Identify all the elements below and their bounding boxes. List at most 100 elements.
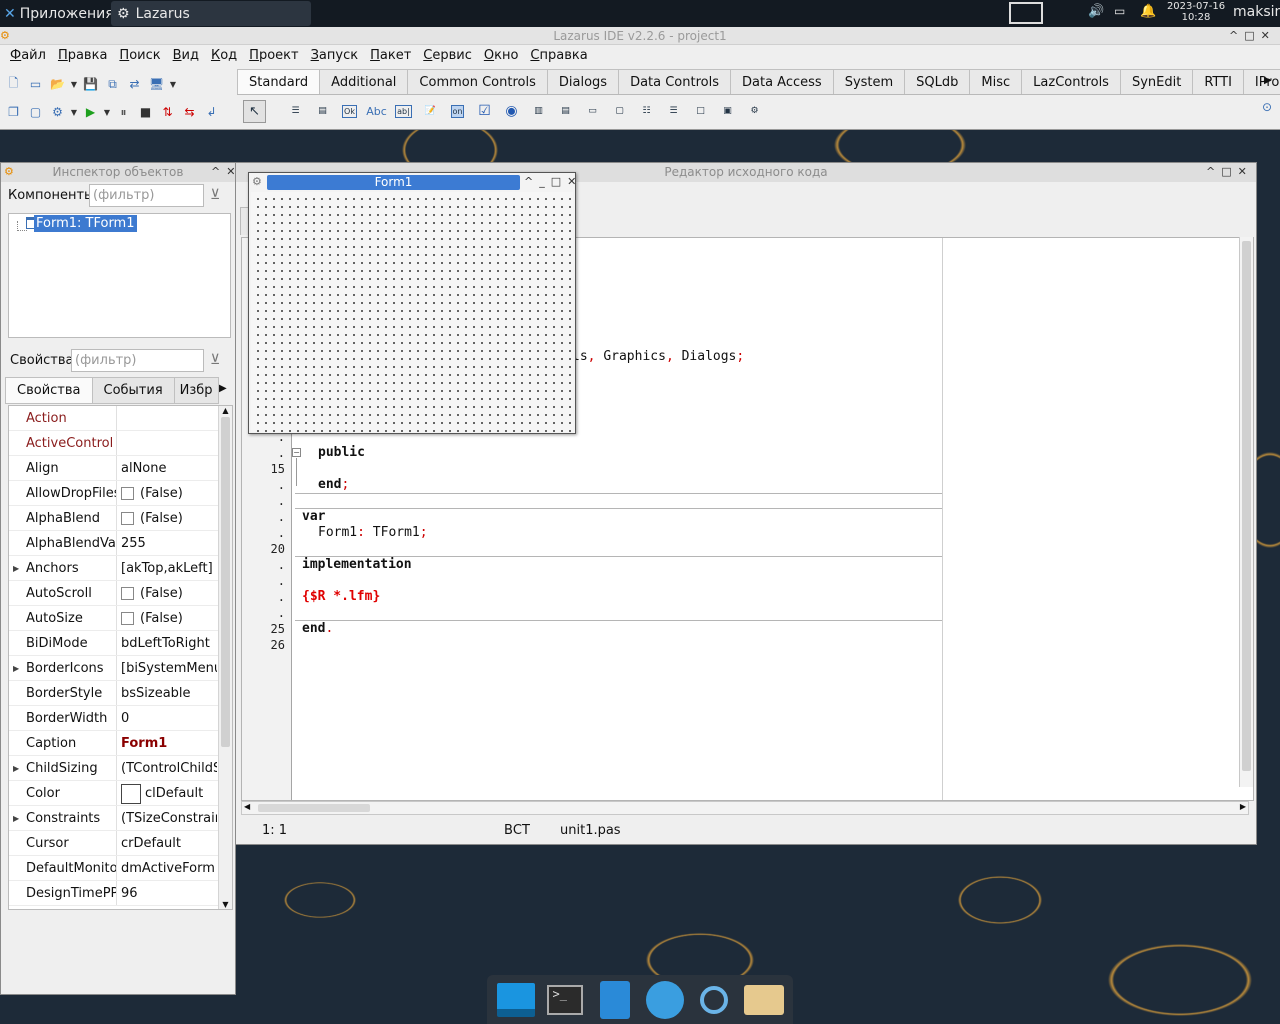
tmemo-icon[interactable]: 📝 bbox=[419, 100, 442, 123]
tactionlist-icon[interactable]: ⚙ bbox=[743, 100, 766, 123]
property-row[interactable]: ▶Constraints(TSizeConstraints bbox=[9, 806, 232, 831]
menu-view[interactable]: Вид bbox=[167, 45, 205, 66]
tab-sqldb[interactable]: SQLdb bbox=[904, 69, 971, 94]
property-row[interactable]: Action bbox=[9, 406, 232, 431]
expand-icon[interactable]: ▶ bbox=[13, 556, 19, 580]
tab-misc[interactable]: Misc bbox=[969, 69, 1023, 94]
fold-icon[interactable]: − bbox=[292, 448, 301, 457]
tab-standard[interactable]: Standard bbox=[237, 69, 321, 94]
property-grid-scrollbar[interactable]: ▲ ▼ bbox=[218, 406, 232, 909]
property-row[interactable]: Align alNone bbox=[9, 456, 232, 481]
editor-vertical-scrollbar[interactable] bbox=[1239, 237, 1253, 787]
tradiobutton-icon[interactable]: ◉ bbox=[500, 100, 523, 123]
tab-common-controls[interactable]: Common Controls bbox=[407, 69, 548, 94]
menu-run[interactable]: Запуск bbox=[305, 45, 365, 66]
close-icon[interactable]: ✕ bbox=[1238, 165, 1247, 178]
property-row[interactable]: DesignTimePPI 96 bbox=[9, 881, 232, 906]
view-form-icon[interactable]: ▢ bbox=[26, 103, 45, 122]
checkbox[interactable] bbox=[121, 612, 134, 625]
expand-icon[interactable]: ▶ bbox=[13, 756, 19, 780]
step-over-icon[interactable]: ⇆ bbox=[180, 103, 199, 122]
build-dropdown-icon[interactable]: ▼ bbox=[70, 103, 78, 122]
property-row[interactable]: BiDiMode bdLeftToRight bbox=[9, 631, 232, 656]
checkbox[interactable] bbox=[121, 487, 134, 500]
components-filter-input[interactable]: (фильтр) bbox=[89, 184, 204, 207]
scroll-thumb[interactable] bbox=[1242, 241, 1251, 771]
menu-project[interactable]: Проект bbox=[243, 45, 304, 66]
tframe-icon[interactable]: ▣ bbox=[716, 100, 739, 123]
minimize-icon[interactable]: ^ bbox=[524, 175, 533, 188]
clock[interactable]: 2023-07-16 10:28 bbox=[1166, 1, 1226, 23]
tab-favorites[interactable]: Избр bbox=[173, 377, 219, 404]
tcombobox-icon[interactable]: ▤ bbox=[554, 100, 577, 123]
tab-data-controls[interactable]: Data Controls bbox=[618, 69, 731, 94]
menu-window[interactable]: Окно bbox=[478, 45, 525, 66]
form1-design-surface[interactable] bbox=[251, 192, 573, 432]
step-out-icon[interactable]: ↲ bbox=[202, 103, 221, 122]
run-dropdown-icon[interactable]: ▼ bbox=[103, 103, 111, 122]
show-desktop-icon[interactable] bbox=[495, 979, 537, 1021]
menu-search[interactable]: Поиск bbox=[113, 45, 166, 66]
view-units-icon[interactable]: ❐ bbox=[4, 103, 23, 122]
terminal-icon[interactable]: >_ bbox=[544, 979, 586, 1021]
tscrollbar-icon[interactable]: ▭ bbox=[581, 100, 604, 123]
scroll-up-icon[interactable]: ▲ bbox=[219, 406, 232, 415]
scroll-thumb[interactable] bbox=[221, 417, 230, 747]
toggle-form-unit-icon[interactable]: ⇄ bbox=[125, 75, 144, 94]
new-unit-icon[interactable]: 🗋 bbox=[4, 75, 23, 94]
property-row[interactable]: AutoSize (False) bbox=[9, 606, 232, 631]
tab-rtti[interactable]: RTTI bbox=[1192, 69, 1244, 94]
menu-code[interactable]: Код bbox=[205, 45, 243, 66]
property-row[interactable]: Caption Form1 bbox=[9, 731, 232, 756]
tab-dialogs[interactable]: Dialogs bbox=[546, 69, 620, 94]
menu-help[interactable]: Справка bbox=[524, 45, 593, 66]
maximize-icon[interactable]: □ bbox=[1221, 165, 1231, 178]
editor-horizontal-scrollbar[interactable]: ◀ ▶ bbox=[241, 801, 1249, 815]
maximize-icon[interactable]: □ bbox=[551, 175, 561, 188]
palette-tabs-scroll-right-icon[interactable]: ▶ bbox=[1264, 75, 1272, 86]
web-browser-icon[interactable] bbox=[644, 979, 686, 1021]
minimize-icon[interactable]: ^ bbox=[1206, 165, 1215, 178]
pause-icon[interactable]: ⏸ bbox=[114, 103, 133, 122]
taskbar-lazarus[interactable]: ⚙ Lazarus bbox=[111, 1, 311, 26]
build-mode-icon[interactable]: ⚙ bbox=[48, 103, 67, 122]
tradiogroup-icon[interactable]: ☷ bbox=[635, 100, 658, 123]
volume-icon[interactable]: 🔊 bbox=[1088, 4, 1106, 22]
menu-tools[interactable]: Сервис bbox=[417, 45, 478, 66]
menu-package[interactable]: Пакет bbox=[364, 45, 417, 66]
tpanel-icon[interactable]: □ bbox=[689, 100, 712, 123]
tcheckbox-icon[interactable]: ☑ bbox=[473, 100, 496, 123]
property-row[interactable]: BorderWidth 0 bbox=[9, 706, 232, 731]
property-row[interactable]: ▶ChildSizing(TControlChildSiz bbox=[9, 756, 232, 781]
user-menu[interactable]: maksim bbox=[1233, 4, 1280, 20]
scroll-down-icon[interactable]: ▼ bbox=[219, 900, 232, 909]
minimize-icon[interactable]: ^ bbox=[211, 165, 220, 178]
main-menu-icon[interactable]: ☰ bbox=[284, 100, 307, 123]
scroll-left-icon[interactable]: ◀ bbox=[244, 802, 250, 811]
expand-icon[interactable]: ▶ bbox=[13, 806, 19, 830]
popup-menu-icon[interactable]: ▤ bbox=[311, 100, 334, 123]
open-icon[interactable]: 📂 bbox=[48, 75, 67, 94]
property-row[interactable]: ▶ Anchors [akTop,akLeft] bbox=[9, 556, 232, 581]
palette-options-icon[interactable]: ⊙ bbox=[1262, 100, 1272, 114]
ttogglebox-icon[interactable]: on bbox=[446, 100, 469, 123]
new-form-icon[interactable]: ▭ bbox=[26, 75, 45, 94]
folder-icon[interactable] bbox=[743, 979, 785, 1021]
search-icon[interactable] bbox=[693, 979, 735, 1021]
tab-lazcontrols[interactable]: LazControls bbox=[1021, 69, 1121, 94]
property-row[interactable]: BorderStyle bsSizeable bbox=[9, 681, 232, 706]
clear-filter-icon[interactable]: ⊻ bbox=[210, 352, 220, 368]
property-row[interactable]: AlphaBlendValu255 bbox=[9, 531, 232, 556]
scroll-right-icon[interactable]: ▶ bbox=[1240, 802, 1246, 811]
open-dropdown-icon[interactable]: ▼ bbox=[70, 75, 78, 94]
tlistbox-icon[interactable]: ▥ bbox=[527, 100, 550, 123]
property-row[interactable]: AllowDropFiles (False) bbox=[9, 481, 232, 506]
expand-icon[interactable]: ▶ bbox=[13, 656, 19, 680]
restore-icon[interactable]: _ bbox=[539, 175, 545, 188]
menu-edit[interactable]: Правка bbox=[52, 45, 113, 66]
checkbox[interactable] bbox=[121, 587, 134, 600]
selection-pointer-icon[interactable]: ↖ bbox=[243, 99, 266, 123]
save-all-icon[interactable]: ⧉ bbox=[103, 75, 122, 94]
tcheckgroup-icon[interactable]: ☰ bbox=[662, 100, 685, 123]
tab-additional[interactable]: Additional bbox=[319, 69, 409, 94]
